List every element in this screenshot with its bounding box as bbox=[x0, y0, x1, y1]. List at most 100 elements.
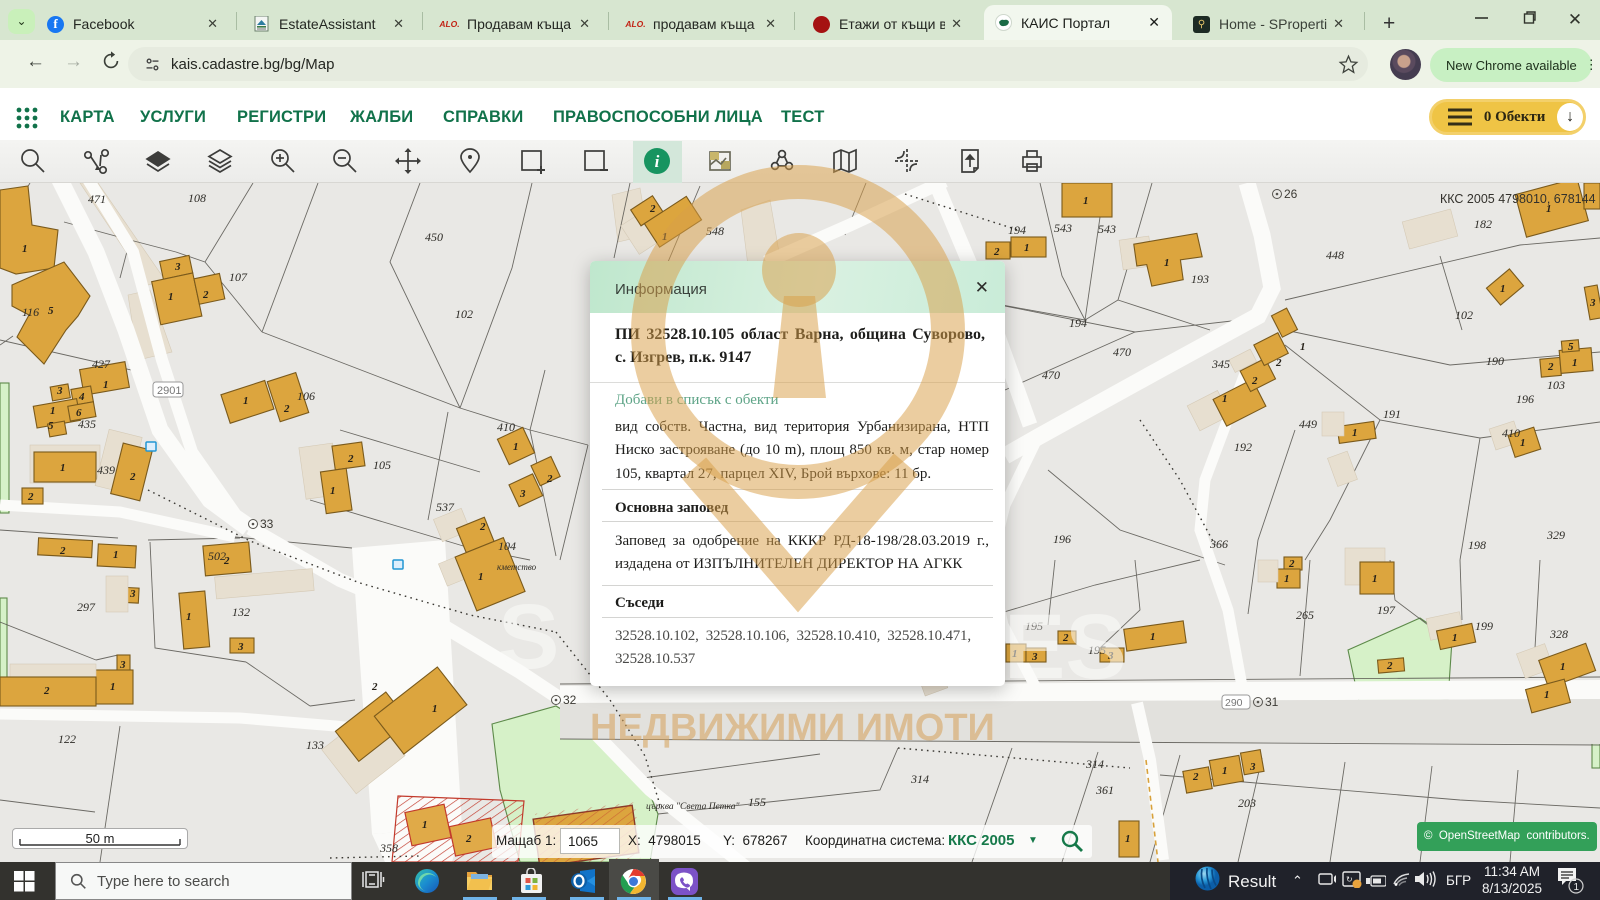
svg-text:2: 2 bbox=[1275, 357, 1282, 369]
svg-text:5: 5 bbox=[48, 305, 54, 317]
svg-text:1: 1 bbox=[1572, 357, 1578, 369]
svg-text:1: 1 bbox=[1012, 648, 1018, 660]
svg-text:1: 1 bbox=[1083, 195, 1089, 207]
svg-text:i: i bbox=[655, 152, 660, 171]
svg-text:1: 1 bbox=[662, 231, 668, 243]
svg-text:1: 1 bbox=[186, 611, 192, 623]
svg-text:329: 329 bbox=[1546, 528, 1565, 542]
svg-text:192: 192 bbox=[1234, 440, 1252, 454]
svg-text:449: 449 bbox=[1299, 417, 1317, 431]
svg-text:1: 1 bbox=[1352, 427, 1358, 439]
svg-text:1: 1 bbox=[113, 549, 119, 561]
svg-text:1: 1 bbox=[478, 571, 484, 583]
svg-text:33: 33 bbox=[260, 517, 274, 531]
svg-text:116: 116 bbox=[22, 305, 39, 319]
svg-text:2: 2 bbox=[649, 203, 656, 215]
svg-text:2: 2 bbox=[993, 246, 1000, 258]
svg-text:1: 1 bbox=[22, 243, 28, 255]
svg-text:1: 1 bbox=[1574, 882, 1580, 893]
svg-text:1: 1 bbox=[60, 462, 66, 474]
svg-text:кметство: кметство bbox=[497, 562, 537, 572]
svg-text:1: 1 bbox=[1560, 661, 1566, 673]
svg-text:2: 2 bbox=[465, 833, 472, 845]
svg-text:543: 543 bbox=[1054, 221, 1072, 235]
svg-text:↻: ↻ bbox=[1346, 875, 1353, 884]
svg-text:537: 537 bbox=[436, 500, 455, 514]
svg-text:203: 203 bbox=[1238, 796, 1256, 810]
svg-text:196: 196 bbox=[1516, 392, 1534, 406]
svg-text:1: 1 bbox=[422, 819, 428, 831]
svg-text:155: 155 bbox=[748, 795, 766, 809]
svg-text:548: 548 bbox=[706, 224, 724, 238]
svg-text:1: 1 bbox=[110, 681, 116, 693]
svg-text:2: 2 bbox=[1386, 660, 1393, 672]
svg-text:133: 133 bbox=[306, 738, 324, 752]
svg-text:439: 439 bbox=[97, 463, 115, 477]
svg-text:3: 3 bbox=[129, 588, 136, 600]
svg-text:2: 2 bbox=[479, 521, 486, 533]
svg-text:502: 502 bbox=[208, 549, 226, 563]
svg-text:2: 2 bbox=[27, 491, 34, 503]
svg-text:132: 132 bbox=[232, 605, 250, 619]
svg-text:470: 470 bbox=[1042, 368, 1060, 382]
svg-text:1: 1 bbox=[168, 291, 174, 303]
svg-text:199: 199 bbox=[1475, 619, 1493, 633]
svg-text:1: 1 bbox=[103, 379, 109, 391]
svg-text:314: 314 bbox=[910, 772, 929, 786]
svg-text:2: 2 bbox=[371, 681, 378, 693]
svg-text:104: 104 bbox=[498, 539, 516, 553]
svg-text:103: 103 bbox=[1547, 378, 1565, 392]
svg-text:3: 3 bbox=[1249, 761, 1256, 773]
svg-text:2: 2 bbox=[283, 403, 290, 415]
svg-text:3: 3 bbox=[1589, 297, 1596, 309]
svg-text:1: 1 bbox=[432, 703, 438, 715]
svg-text:450: 450 bbox=[425, 230, 443, 244]
svg-text:1: 1 bbox=[1222, 765, 1228, 777]
svg-text:1: 1 bbox=[1284, 573, 1290, 585]
svg-text:106: 106 bbox=[297, 389, 315, 403]
svg-text:297: 297 bbox=[77, 600, 96, 614]
svg-text:196: 196 bbox=[1053, 532, 1071, 546]
svg-text:410: 410 bbox=[1502, 426, 1520, 440]
svg-text:1: 1 bbox=[243, 395, 249, 407]
svg-text:2: 2 bbox=[1288, 558, 1295, 570]
svg-text:427: 427 bbox=[92, 357, 111, 371]
svg-text:2: 2 bbox=[546, 473, 553, 485]
svg-text:3: 3 bbox=[56, 385, 63, 397]
svg-text:195: 195 bbox=[1025, 619, 1043, 633]
svg-text:1: 1 bbox=[1520, 437, 1526, 449]
svg-text:2: 2 bbox=[1251, 375, 1258, 387]
svg-text:194: 194 bbox=[1008, 223, 1026, 237]
svg-text:290: 290 bbox=[1225, 697, 1243, 709]
svg-text:182: 182 bbox=[1474, 217, 1492, 231]
svg-text:108: 108 bbox=[188, 191, 206, 205]
svg-text:3: 3 bbox=[119, 659, 126, 671]
svg-text:3: 3 bbox=[519, 488, 526, 500]
svg-text:1: 1 bbox=[1452, 632, 1458, 644]
svg-text:1: 1 bbox=[1164, 257, 1170, 269]
svg-text:3: 3 bbox=[1107, 650, 1114, 662]
svg-text:3: 3 bbox=[237, 641, 244, 653]
svg-text:1: 1 bbox=[1544, 689, 1550, 701]
svg-text:2901: 2901 bbox=[157, 385, 181, 397]
svg-text:471: 471 bbox=[88, 192, 106, 206]
svg-text:265: 265 bbox=[1296, 608, 1314, 622]
svg-text:ККС 2005 4798010, 678144: ККС 2005 4798010, 678144 bbox=[1440, 192, 1596, 206]
svg-text:345: 345 bbox=[1211, 357, 1230, 371]
svg-text:1: 1 bbox=[1024, 242, 1030, 254]
svg-text:448: 448 bbox=[1326, 248, 1344, 262]
svg-text:194: 194 bbox=[1069, 316, 1087, 330]
svg-text:1: 1 bbox=[330, 485, 336, 497]
svg-text:314: 314 bbox=[1085, 757, 1104, 771]
svg-text:410: 410 bbox=[497, 420, 515, 434]
svg-text:2: 2 bbox=[1192, 771, 1199, 783]
svg-text:1: 1 bbox=[1300, 341, 1306, 353]
svg-text:32: 32 bbox=[563, 693, 577, 707]
svg-text:2: 2 bbox=[347, 453, 354, 465]
svg-text:2: 2 bbox=[202, 289, 209, 301]
svg-text:435: 435 bbox=[78, 417, 96, 431]
svg-text:105: 105 bbox=[373, 458, 391, 472]
svg-text:361: 361 bbox=[1095, 783, 1114, 797]
svg-text:358: 358 bbox=[379, 841, 398, 855]
svg-text:1: 1 bbox=[1150, 631, 1156, 643]
